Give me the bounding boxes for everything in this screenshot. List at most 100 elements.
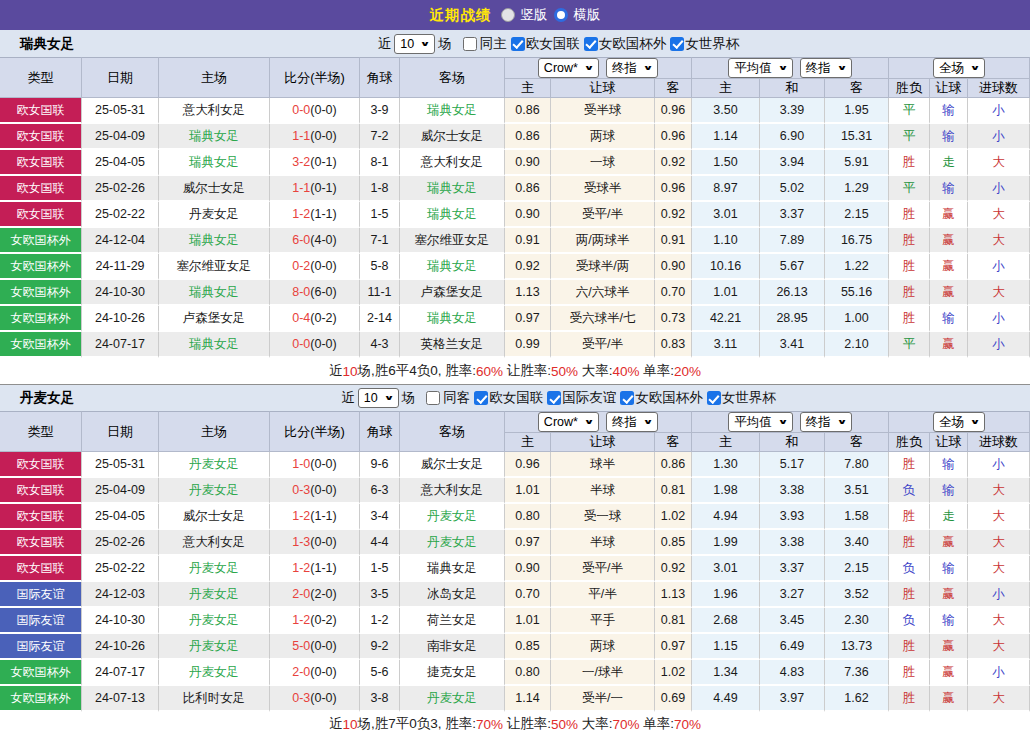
home-team-cell: 丹麦女足 (159, 452, 270, 478)
avg-away-odds-cell: 3.40 (825, 530, 889, 556)
odds-group-header: 全场∨ (889, 57, 1030, 79)
half-time-score: (1-1) (310, 207, 336, 221)
home-team-name: 瑞典女足 (189, 129, 239, 143)
away-odds-cell: 0.69 (655, 686, 692, 712)
recent-count-select[interactable]: 10∨ (394, 34, 435, 54)
half-time-score: (2-0) (310, 587, 336, 601)
chevron-down-icon: ∨ (777, 65, 788, 72)
away-team-name: 卢森堡女足 (421, 285, 484, 299)
away-odds-cell: 0.85 (655, 530, 692, 556)
chevron-down-icon: ∨ (777, 419, 788, 426)
unselected-layout-radio[interactable] (501, 8, 515, 22)
goals-result-cell: 小 (968, 124, 1030, 150)
odds-source-select[interactable]: Crow*∨ (538, 58, 599, 78)
home-team-name: 比利时女足 (183, 691, 246, 705)
avg-draw-odds-cell: 3.94 (760, 150, 825, 176)
handicap-cell: 半球 (551, 478, 655, 504)
away-odds-cell: 0.96 (655, 98, 692, 124)
match-row: 欧女国联25-02-26威尔士女足1-1(0-1)1-8瑞典女足0.86受球半0… (0, 176, 1030, 202)
select-value: 10 (400, 37, 414, 51)
same-venue-checkbox[interactable] (426, 391, 440, 405)
page-title: 近期战绩 (430, 6, 492, 25)
recent-count-select[interactable]: 10∨ (358, 388, 399, 408)
avg-away-odds-cell: 55.16 (825, 280, 889, 306)
score-cell: 2-0(2-0) (270, 582, 360, 608)
final-odds-select[interactable]: 终指∨ (800, 58, 852, 78)
match-result-cell: 胜 (889, 452, 930, 478)
league-type-cell: 国际友谊 (0, 582, 82, 608)
home-team-name: 卢森堡女足 (183, 311, 246, 325)
score-cell: 1-3(0-0) (270, 530, 360, 556)
avg-home-odds-cell: 4.49 (692, 686, 760, 712)
column-header: 胜负 (889, 433, 930, 452)
final-odds-select[interactable]: 终指∨ (800, 412, 852, 432)
away-team-name: 威尔士女足 (421, 129, 484, 143)
away-team-name: 意大利女足 (421, 483, 484, 497)
team-name: 丹麦女足 (20, 389, 74, 407)
date-cell: 24-07-17 (82, 332, 159, 358)
full-time-score: 0-3 (292, 483, 310, 497)
column-header: 日期 (82, 411, 159, 452)
odds-group-header: Crow*∨ 终指∨ (505, 57, 692, 79)
match-result-cell: 胜 (889, 660, 930, 686)
league-checkbox[interactable] (707, 391, 721, 405)
full-match-select[interactable]: 全场∨ (933, 58, 985, 78)
date-cell: 25-04-05 (82, 504, 159, 530)
away-team-name: 丹麦女足 (427, 691, 477, 705)
goals-result-cell: 大 (968, 280, 1030, 306)
home-team-name: 威尔士女足 (183, 509, 246, 523)
handicap-cell: 受半球 (551, 98, 655, 124)
average-odds-select[interactable]: 平均值∨ (728, 412, 793, 432)
league-checkbox-label: 女世界杯 (722, 389, 776, 407)
league-type-cell: 欧女国联 (0, 478, 82, 504)
half-time-score: (0-0) (310, 457, 336, 471)
half-time-score: (0-0) (310, 259, 336, 273)
handicap-cell: 一球 (551, 150, 655, 176)
final-odds-select[interactable]: 终指∨ (606, 58, 658, 78)
goals-result-cell: 小 (968, 332, 1030, 358)
home-odds-cell: 0.80 (505, 660, 551, 686)
home-team-cell: 瑞典女足 (159, 280, 270, 306)
date-cell: 25-04-05 (82, 150, 159, 176)
handicap-cell: 受半/一 (551, 686, 655, 712)
half-time-score: (0-2) (310, 311, 336, 325)
home-team-cell: 丹麦女足 (159, 608, 270, 634)
league-checkbox[interactable] (474, 391, 488, 405)
column-header: 客 (655, 433, 692, 452)
home-team-cell: 瑞典女足 (159, 332, 270, 358)
score-cell: 0-2(0-0) (270, 254, 360, 280)
match-row: 欧女国联25-05-31意大利女足0-0(0-0)3-9瑞典女足0.86受半球0… (0, 98, 1030, 124)
same-venue-checkbox[interactable] (463, 37, 477, 51)
away-team-cell: 英格兰女足 (400, 332, 505, 358)
league-type-cell: 女欧国杯外 (0, 660, 82, 686)
match-result-cell: 胜 (889, 504, 930, 530)
goals-result-cell: 大 (968, 686, 1030, 712)
match-result-cell: 平 (889, 332, 930, 358)
selected-layout-radio[interactable] (554, 8, 568, 22)
league-checkbox[interactable] (584, 37, 598, 51)
home-team-cell: 丹麦女足 (159, 660, 270, 686)
goals-result-cell: 小 (968, 176, 1030, 202)
column-header: 胜负 (889, 79, 930, 98)
league-type-cell: 欧女国联 (0, 556, 82, 582)
odds-source-select[interactable]: Crow*∨ (538, 412, 599, 432)
column-header: 类型 (0, 411, 82, 452)
away-team-cell: 丹麦女足 (400, 530, 505, 556)
league-checkbox[interactable] (547, 391, 561, 405)
handicap-result-cell: 输 (930, 306, 968, 332)
handicap-cell: 受球半/两 (551, 254, 655, 280)
league-checkbox[interactable] (620, 391, 634, 405)
full-match-select[interactable]: 全场∨ (933, 412, 985, 432)
home-team-cell: 威尔士女足 (159, 504, 270, 530)
score-cell: 1-2(1-1) (270, 504, 360, 530)
average-odds-select[interactable]: 平均值∨ (728, 58, 793, 78)
away-team-name: 丹麦女足 (427, 535, 477, 549)
league-checkbox[interactable] (670, 37, 684, 51)
league-checkbox[interactable] (511, 37, 525, 51)
final-odds-select[interactable]: 终指∨ (606, 412, 658, 432)
select-group: 全场∨ (889, 58, 1029, 78)
handicap-result-cell: 输 (930, 556, 968, 582)
away-team-cell: 塞尔维亚女足 (400, 228, 505, 254)
table-head-row: 类型日期主场比分(半场)角球客场Crow*∨终指∨平均值∨终指∨全场∨ (0, 411, 1030, 433)
away-team-cell: 捷克女足 (400, 660, 505, 686)
